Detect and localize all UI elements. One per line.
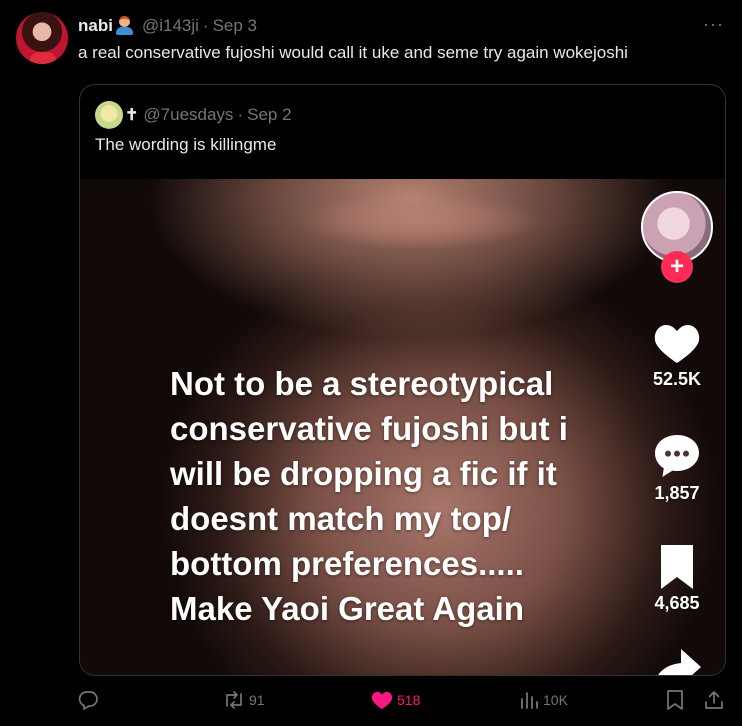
post-header: nabi @i143ji · Sep 3 xyxy=(78,16,257,36)
separator-dot: · xyxy=(237,105,244,124)
heart-filled-icon xyxy=(371,691,393,710)
bookmark-outline-icon xyxy=(667,690,683,710)
quoted-post-header: ✝ @7uesdays · Sep 2 xyxy=(95,101,292,129)
caption-line: doesnt match my top/ xyxy=(170,500,512,537)
views-button[interactable]: 10K xyxy=(519,690,568,710)
bookmark-button[interactable] xyxy=(666,690,684,710)
author-handle[interactable]: @i143ji xyxy=(142,16,199,36)
quoted-post-text: The wording is killingme xyxy=(95,135,277,154)
reply-button[interactable] xyxy=(78,690,102,710)
caption-line: conservative fujoshi but i xyxy=(170,410,568,447)
repost-button[interactable]: 91 xyxy=(223,690,265,710)
separator-dot: · xyxy=(202,16,209,35)
like-button[interactable]: 518 xyxy=(371,690,420,710)
more-options-icon[interactable]: ··· xyxy=(703,14,724,35)
share-icon xyxy=(705,691,723,709)
quoted-author-avatar[interactable] xyxy=(95,101,123,129)
comments-count: 1,857 xyxy=(654,483,700,503)
view-count: 10K xyxy=(543,692,568,708)
post-text: a real conservative fujoshi would call i… xyxy=(78,43,628,62)
caption-line: Not to be a stereotypical xyxy=(170,365,554,402)
quoted-post-date[interactable]: Sep 2 xyxy=(247,105,291,125)
post-action-bar: 91 518 10K xyxy=(0,690,742,720)
video-caption-overlay: Not to be a stereotypical conservative f… xyxy=(170,361,568,631)
follow-plus-icon: + xyxy=(661,251,693,283)
post-date[interactable]: Sep 3 xyxy=(213,16,257,36)
bookmark-icon xyxy=(661,545,693,589)
heart-icon xyxy=(654,325,700,363)
author-name[interactable]: nabi xyxy=(78,16,113,36)
video-likes: 52.5K xyxy=(640,321,714,390)
repost-icon xyxy=(226,691,242,709)
author-avatar[interactable] xyxy=(16,12,68,64)
video-saves: 4,685 xyxy=(640,545,714,614)
comment-bubble-icon xyxy=(655,435,699,477)
quoted-author-handle[interactable]: @7uesdays xyxy=(143,105,233,125)
analytics-icon xyxy=(521,692,538,709)
repost-count: 91 xyxy=(249,692,265,708)
caption-line: will be dropping a fic if it xyxy=(170,455,557,492)
video-share xyxy=(640,649,714,675)
share-arrow-icon xyxy=(658,649,701,675)
share-button[interactable] xyxy=(704,690,724,710)
video-media[interactable]: Not to be a stereotypical conservative f… xyxy=(80,179,725,675)
video-comments: 1,857 xyxy=(640,433,714,504)
caption-line: Make Yaoi Great Again xyxy=(170,590,524,627)
cross-icon: ✝ xyxy=(125,107,139,124)
likes-count: 52.5K xyxy=(652,369,702,389)
like-count: 518 xyxy=(397,692,421,708)
reply-icon xyxy=(78,691,98,710)
quoted-post[interactable]: ✝ @7uesdays · Sep 2 The wording is killi… xyxy=(79,84,726,676)
technologist-emoji-icon xyxy=(114,16,136,36)
caption-line: bottom preferences..... xyxy=(170,545,524,582)
saves-count: 4,685 xyxy=(654,593,700,613)
